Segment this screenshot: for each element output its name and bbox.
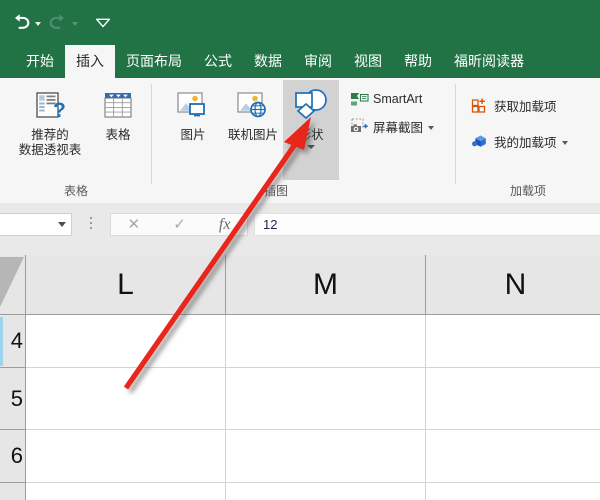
get-addins-icon [470, 96, 490, 114]
column-header-N[interactable]: N [426, 255, 600, 315]
recommended-pivottable-button[interactable]: ? 推荐的 数据透视表 [14, 80, 86, 158]
redo-icon [49, 14, 65, 29]
cell-M6[interactable] [226, 430, 426, 483]
svg-text:?: ? [53, 99, 66, 122]
table-button[interactable]: 表格 [90, 80, 146, 143]
picture-button[interactable]: 图片 [165, 80, 221, 143]
title-bar [0, 0, 600, 45]
table-icon [101, 86, 135, 126]
get-addins-label: 获取加载项 [494, 99, 557, 114]
customize-qat-button[interactable] [90, 8, 116, 36]
tab-help[interactable]: 帮助 [393, 45, 443, 78]
shapes-button[interactable]: 形状 [283, 80, 339, 180]
chevron-down-icon[interactable] [58, 222, 66, 227]
my-addins-dropdown-caret[interactable] [561, 140, 568, 145]
cell-N7[interactable] [426, 483, 600, 500]
column-header-M[interactable]: M [226, 255, 426, 315]
ribbon-group-label-addins: 加载项 [509, 184, 546, 198]
smartart-button[interactable]: SmartArt [349, 88, 422, 110]
ribbon-group-label-illustrations: 插图 [263, 184, 288, 198]
online-picture-label: 联机图片 [227, 128, 278, 142]
quick-access-toolbar [8, 8, 118, 36]
formula-input-value: 12 [263, 217, 278, 232]
screenshot-label: 屏幕截图 [373, 120, 424, 135]
picture-icon [175, 86, 211, 126]
excel-window: 开始 插入 页面布局 公式 数据 审阅 视图 帮助 福昕阅读器 ? 推荐的 数据… [0, 0, 600, 500]
row-header-6[interactable]: 6 [0, 430, 26, 483]
row-header-partial[interactable] [0, 483, 26, 500]
cell-M7[interactable] [226, 483, 426, 500]
tab-foxit-reader[interactable]: 福昕阅读器 [443, 45, 535, 78]
pivot-label-line1: 推荐的 [31, 128, 69, 142]
column-header-L[interactable]: L [26, 255, 226, 315]
formula-action-buttons: ✕ ✓ fx [110, 213, 248, 236]
recommended-pivottable-label: 推荐的 数据透视表 [19, 128, 82, 158]
online-picture-icon [235, 86, 271, 126]
tab-data[interactable]: 数据 [243, 45, 293, 78]
undo-icon [14, 14, 30, 29]
cancel-icon[interactable]: ✕ [128, 217, 141, 232]
screenshot-button[interactable]: 屏幕截图 [349, 115, 435, 137]
tab-page-layout[interactable]: 页面布局 [115, 45, 193, 78]
tab-home[interactable]: 开始 [15, 45, 65, 78]
smartart-icon [349, 90, 369, 108]
smartart-label: SmartArt [373, 92, 423, 106]
confirm-icon[interactable]: ✓ [173, 217, 186, 232]
tab-view[interactable]: 视图 [343, 45, 393, 78]
name-box[interactable] [0, 213, 72, 236]
screenshot-icon [349, 117, 369, 135]
my-addins-button[interactable]: 我的加载项 [470, 130, 568, 152]
undo-dropdown-caret[interactable] [35, 22, 41, 26]
insert-function-icon[interactable]: fx [219, 216, 231, 233]
cell-M4[interactable] [226, 315, 426, 368]
ribbon-group-addins: 获取加载项 我的加载项 加载项 [456, 78, 600, 202]
worksheet-grid: L M N 4 5 6 [0, 255, 600, 500]
online-picture-button[interactable]: 联机图片 [222, 80, 284, 143]
pivot-label-line2: 数据透视表 [18, 143, 82, 157]
my-addins-label: 我的加载项 [494, 135, 557, 150]
ribbon: ? 推荐的 数据透视表 表格 表格 图片 联机图片 形状 SmartArt 屏幕… [0, 78, 600, 204]
cell-L5[interactable] [26, 368, 226, 430]
cell-L7[interactable] [26, 483, 226, 500]
tab-formulas[interactable]: 公式 [193, 45, 243, 78]
chevron-down-icon [95, 18, 111, 28]
ribbon-tab-bar: 开始 插入 页面布局 公式 数据 审阅 视图 帮助 福昕阅读器 [0, 45, 600, 78]
redo-dropdown-caret[interactable] [72, 22, 78, 26]
cell-L4[interactable] [26, 315, 226, 368]
row-header-5[interactable]: 5 [0, 368, 26, 430]
select-all-triangle-icon [0, 257, 24, 307]
cell-N6[interactable] [426, 430, 600, 483]
row-selection-indicator [0, 317, 3, 366]
shapes-dropdown-caret[interactable] [307, 145, 315, 149]
undo-button[interactable] [8, 8, 43, 36]
row-header-4[interactable]: 4 [0, 315, 26, 368]
cell-N4[interactable] [426, 315, 600, 368]
my-addins-icon [470, 132, 490, 150]
tab-review[interactable]: 审阅 [293, 45, 343, 78]
table-label: 表格 [105, 128, 131, 142]
redo-button[interactable] [45, 8, 80, 36]
formula-input[interactable]: 12 [254, 213, 600, 236]
picture-label: 图片 [180, 128, 206, 142]
cell-L6[interactable] [26, 430, 226, 483]
pivot-table-recommended-icon: ? [33, 86, 67, 126]
get-addins-button[interactable]: 获取加载项 [470, 94, 557, 116]
select-all-corner[interactable] [0, 255, 26, 315]
cell-M5[interactable] [226, 368, 426, 430]
ribbon-group-illustrations: 图片 联机图片 形状 SmartArt 屏幕截图 插图 [152, 78, 456, 202]
formula-bar-divider [90, 217, 93, 232]
screenshot-dropdown-caret[interactable] [428, 125, 435, 130]
tab-insert[interactable]: 插入 [65, 45, 115, 78]
shapes-label: 形状 [298, 128, 324, 142]
cell-N5[interactable] [426, 368, 600, 430]
shapes-icon [292, 86, 330, 126]
